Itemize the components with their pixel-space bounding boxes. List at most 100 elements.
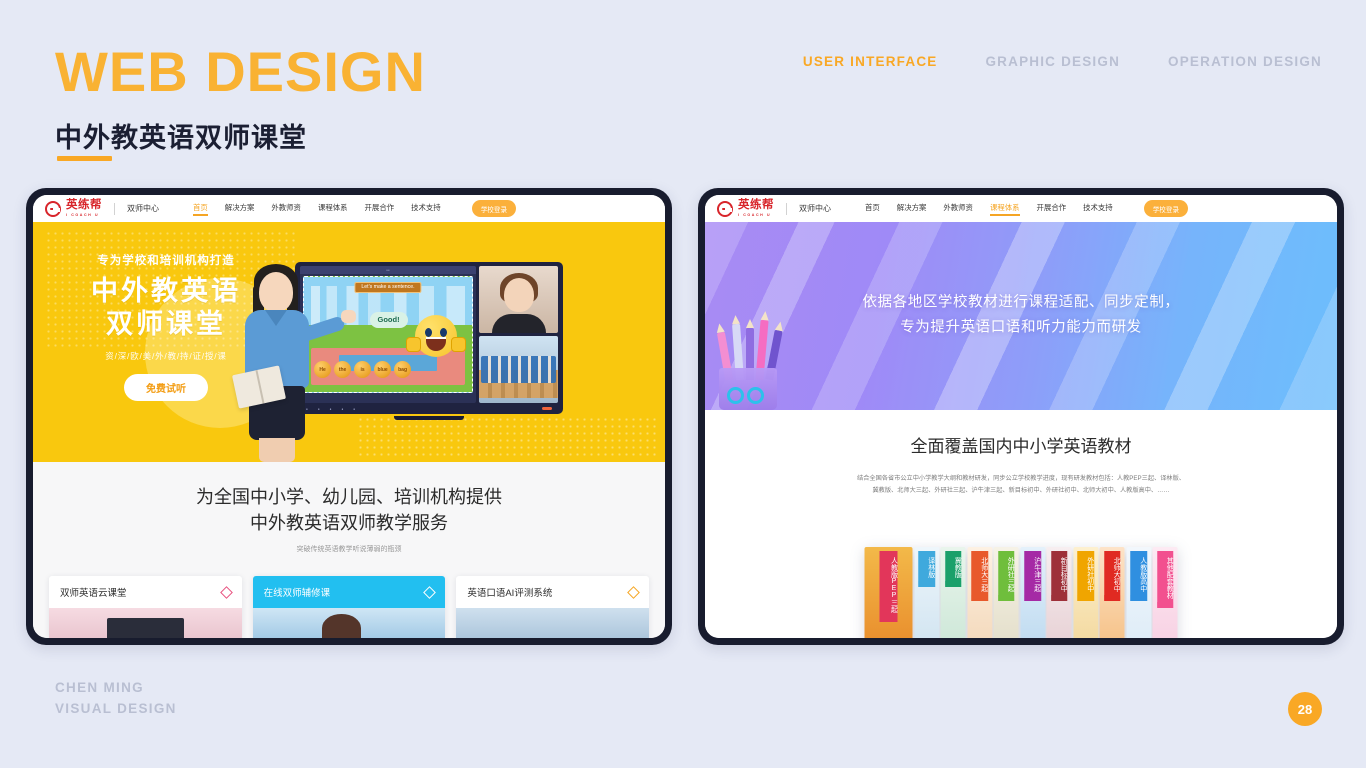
top-nav-user-interface[interactable]: USER INTERFACE — [803, 54, 938, 69]
nav-item-support[interactable]: 技术支持 — [1083, 202, 1113, 216]
school-login-button[interactable]: 学校登录 — [471, 200, 517, 217]
textbook-label: 外研社三起 — [997, 551, 1015, 601]
textbook-label: 其他配套教材 — [1156, 551, 1174, 608]
left-hero-banner: 专为学校和培训机构打造 中外教英语 双师课堂 资/深/欧/美/外/教/持/证/授… — [33, 222, 665, 462]
word-ball: bag — [394, 361, 412, 379]
site-logo[interactable]: 英练帮 I COACH U 双师中心 — [717, 199, 831, 217]
textbook-label: 译林版 — [918, 551, 935, 587]
textbook-label: 人教版高中 — [1130, 551, 1147, 601]
textbook-item[interactable]: 译林版 — [914, 547, 939, 638]
service-card-image — [49, 608, 242, 638]
textbooks-heading: 全面覆盖国内中小学英语教材 — [910, 437, 1132, 456]
service-card-image — [456, 608, 650, 638]
nav-item-solutions[interactable]: 解决方案 — [225, 202, 255, 216]
logo-subtitle: 双师中心 — [127, 204, 159, 213]
left-nav-links: 首页 解决方案 外教师资 课程体系 开展合作 技术支持 学校登录 — [193, 200, 517, 217]
nav-item-curriculum[interactable]: 课程体系 — [989, 202, 1020, 216]
word-ball: the — [334, 361, 352, 379]
service-card-ai-evaluation[interactable]: 英语口语AI评测系统 — [456, 576, 650, 638]
logo-english-name: I COACH U — [738, 213, 772, 217]
nav-item-teachers[interactable]: 外教师资 — [271, 202, 301, 216]
word-ball: blue — [374, 361, 392, 379]
footer-line2: VISUAL DESIGN — [55, 701, 177, 717]
dot-pattern-decor-2 — [357, 416, 657, 456]
textbook-label: 北师大初中 — [1103, 551, 1121, 601]
nav-item-home[interactable]: 首页 — [193, 202, 208, 216]
nav-item-solutions[interactable]: 解决方案 — [897, 202, 927, 216]
right-hero-line2: 专为提升英语口语和听力能力而研发 — [900, 320, 1142, 336]
smiley-emoji-icon — [405, 314, 466, 357]
right-textbooks-section: 全面覆盖国内中小学英语教材 结合全国各省市公立中小学教学大纲和教材研发，同步公立… — [705, 410, 1337, 638]
service-card-title: 在线双师辅修课 — [263, 588, 331, 600]
services-heading: 为全国中小学、幼儿园、培训机构提供 中外教英语双师教学服务 — [33, 484, 665, 536]
page-title: WEB DESIGN — [55, 40, 426, 103]
services-heading-line2: 中外教英语双师教学服务 — [250, 513, 448, 534]
board-video-panels — [479, 266, 558, 403]
logo-chinese-name: 英练帮 — [738, 199, 774, 211]
nav-item-cooperation[interactable]: 开展合作 — [1037, 202, 1067, 216]
nav-item-support[interactable]: 技术支持 — [411, 202, 441, 216]
chinese-teacher-figure — [229, 264, 356, 462]
service-card-cloud-classroom[interactable]: 双师英语云课堂 — [49, 576, 242, 638]
textbook-item[interactable]: 外研社三起 — [993, 547, 1019, 638]
textbook-item[interactable]: 冀教版 — [940, 547, 966, 638]
left-website-screen: 英练帮 I COACH U 双师中心 首页 解决方案 外教师资 课程体系 开展合… — [33, 195, 665, 638]
right-nav-links: 首页 解决方案 外教师资 课程体系 开展合作 技术支持 学校登录 — [865, 200, 1189, 217]
service-card-list: 双师英语云课堂 在线双师辅修课 英语口语AI评测系统 — [33, 576, 665, 638]
textbook-label: 冀教版 — [944, 551, 962, 587]
footer-line1: CHEN MING — [55, 680, 144, 696]
textbook-item[interactable]: 北师大初中 — [1099, 547, 1125, 638]
diamond-icon — [627, 585, 640, 599]
top-nav-operation-design[interactable]: OPERATION DESIGN — [1168, 54, 1322, 69]
textbook-item[interactable]: 新目标初中 — [1046, 547, 1072, 638]
board-toolbar: ● ● ● ● ● — [300, 405, 558, 412]
nav-item-cooperation[interactable]: 开展合作 — [365, 202, 395, 216]
service-card-title: 双师英语云课堂 — [60, 588, 127, 600]
service-card-online-tutoring[interactable]: 在线双师辅修课 — [252, 576, 446, 638]
footer-credit: CHEN MING VISUAL DESIGN — [55, 678, 177, 720]
textbook-item[interactable]: 人教版PEP三起 — [864, 547, 913, 638]
services-heading-line1: 为全国中小学、幼儿园、培训机构提供 — [196, 487, 502, 507]
scissors-icon — [725, 370, 769, 404]
logo-chinese-name: 英练帮 — [66, 199, 102, 211]
diamond-icon — [219, 585, 233, 599]
left-screenshot-frame: 英练帮 I COACH U 双师中心 首页 解决方案 外教师资 课程体系 开展合… — [26, 188, 672, 645]
slide-page: WEB DESIGN 中外教英语双师课堂 USER INTERFACE GRAP… — [0, 0, 1366, 768]
logo-divider — [786, 202, 787, 215]
right-hero-text: 依据各地区学校教材进行课程适配、同步定制， 专为提升英语口语和听力能力而研发 — [705, 291, 1337, 342]
textbook-label: 外研社初中 — [1077, 551, 1094, 601]
services-subtext: 突破传统英语教学听说薄弱的瓶颈 — [296, 546, 402, 554]
free-trial-button[interactable]: 免费试听 — [124, 373, 208, 401]
textbook-item[interactable]: 人教版高中 — [1126, 547, 1151, 638]
logo-english-name: I COACH U — [66, 213, 100, 217]
textbook-label: 北师大三起 — [971, 551, 988, 601]
left-services-section: 为全国中小学、幼儿园、培训机构提供 中外教英语双师教学服务 突破传统英语教学听说… — [33, 462, 665, 638]
service-card-title: 英语口语AI评测系统 — [467, 588, 553, 600]
textbooks-paragraph: 结合全国各省市公立中小学教学大纲和教材研发，同步公立学校教学进度，现有研发教材包… — [705, 473, 1337, 498]
speech-bubble-text: Good! — [369, 311, 408, 328]
top-category-nav: USER INTERFACE GRAPHIC DESIGN OPERATION … — [803, 54, 1322, 69]
service-card-image — [252, 608, 446, 638]
textbook-item[interactable]: 沪牛津三起 — [1020, 547, 1045, 638]
page-number-badge: 28 — [1288, 692, 1322, 726]
right-screenshot-frame: 英练帮 I COACH U 双师中心 首页 解决方案 外教师资 课程体系 开展合… — [698, 188, 1344, 645]
nav-item-curriculum[interactable]: 课程体系 — [318, 202, 348, 216]
logo-divider — [114, 202, 115, 215]
textbook-list: 人教版PEP三起 译林版 冀教版 北师大三起 外研社三起 沪牛津三起 新目标初中… — [864, 547, 1178, 638]
nav-item-home[interactable]: 首页 — [865, 202, 880, 216]
diamond-icon — [423, 585, 437, 599]
textbook-item[interactable]: 外研社初中 — [1073, 547, 1098, 638]
top-nav-graphic-design[interactable]: GRAPHIC DESIGN — [985, 54, 1120, 69]
page-subtitle: 中外教英语双师课堂 — [55, 123, 307, 153]
textbook-item[interactable]: 其他配套教材 — [1152, 547, 1178, 638]
classroom-video — [479, 336, 558, 403]
logo-subtitle: 双师中心 — [799, 204, 831, 213]
board-record-button[interactable] — [542, 407, 552, 410]
title-underline-rule — [57, 156, 112, 161]
site-logo[interactable]: 英练帮 I COACH U 双师中心 — [45, 199, 159, 217]
textbook-label: 新目标初中 — [1050, 551, 1068, 601]
textbook-item[interactable]: 北师大三起 — [967, 547, 992, 638]
school-login-button[interactable]: 学校登录 — [1143, 200, 1189, 217]
nav-item-teachers[interactable]: 外教师资 — [943, 202, 973, 216]
lesson-banner-text: Let's make a sentence. — [354, 281, 422, 294]
